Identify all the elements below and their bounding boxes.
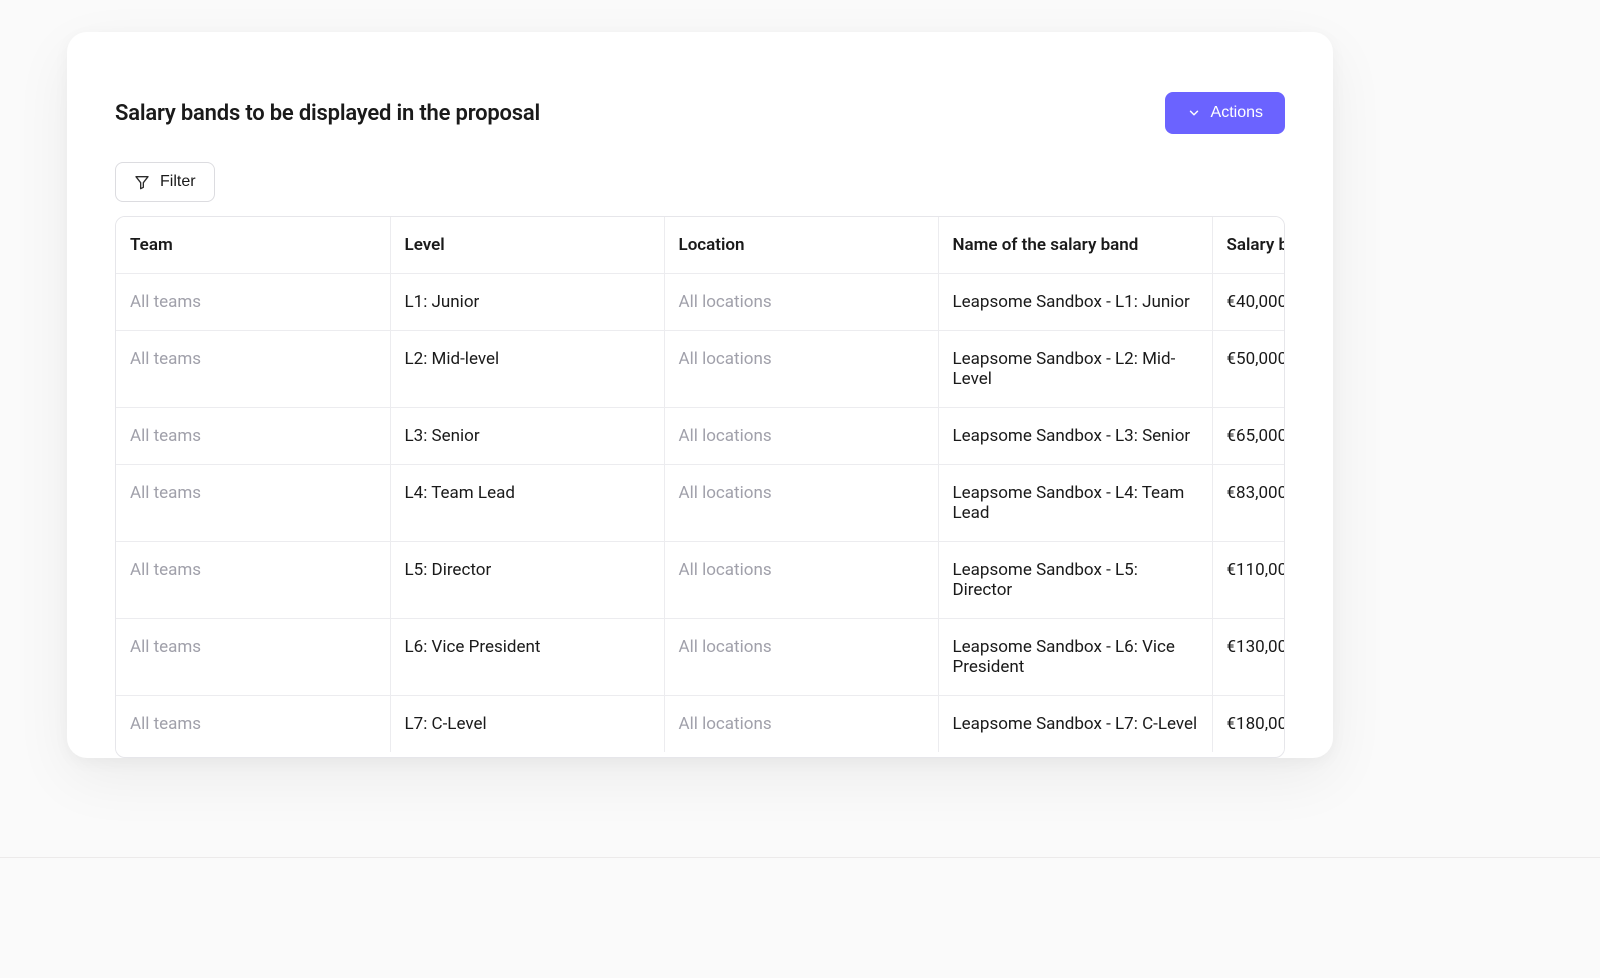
page-title: Salary bands to be displayed in the prop… bbox=[115, 101, 540, 126]
filter-button[interactable]: Filter bbox=[115, 162, 215, 202]
table-row[interactable]: All teams L6: Vice President All locatio… bbox=[116, 619, 1284, 696]
cell-location: All locations bbox=[664, 619, 938, 696]
table-container: Team Level Location Name of the salary b… bbox=[115, 216, 1285, 758]
cell-salary: €50,000 bbox=[1212, 331, 1284, 408]
actions-button[interactable]: Actions bbox=[1165, 92, 1285, 134]
cell-location: All locations bbox=[664, 696, 938, 753]
cell-level: L4: Team Lead bbox=[390, 465, 664, 542]
header-row: Salary bands to be displayed in the prop… bbox=[115, 92, 1285, 134]
table-header-row: Team Level Location Name of the salary b… bbox=[116, 217, 1284, 274]
col-header-location[interactable]: Location bbox=[664, 217, 938, 274]
filter-icon bbox=[134, 174, 150, 190]
table-row[interactable]: All teams L3: Senior All locations Leaps… bbox=[116, 408, 1284, 465]
cell-level: L7: C-Level bbox=[390, 696, 664, 753]
cell-location: All locations bbox=[664, 331, 938, 408]
table-scroll[interactable]: Team Level Location Name of the salary b… bbox=[116, 217, 1284, 757]
cell-name: Leapsome Sandbox - L5: Director bbox=[938, 542, 1212, 619]
cell-name: Leapsome Sandbox - L4: Team Lead bbox=[938, 465, 1212, 542]
cell-salary: €130,000 bbox=[1212, 619, 1284, 696]
cell-salary: €110,000 bbox=[1212, 542, 1284, 619]
cell-team: All teams bbox=[116, 331, 390, 408]
cell-team: All teams bbox=[116, 274, 390, 331]
main-card: Salary bands to be displayed in the prop… bbox=[67, 32, 1333, 758]
table-body: All teams L1: Junior All locations Leaps… bbox=[116, 274, 1284, 753]
page-divider bbox=[0, 857, 1600, 858]
cell-location: All locations bbox=[664, 408, 938, 465]
col-header-level[interactable]: Level bbox=[390, 217, 664, 274]
cell-location: All locations bbox=[664, 274, 938, 331]
cell-name: Leapsome Sandbox - L2: Mid-Level bbox=[938, 331, 1212, 408]
cell-name: Leapsome Sandbox - L6: Vice President bbox=[938, 619, 1212, 696]
filter-row: Filter bbox=[115, 162, 1285, 202]
cell-level: L2: Mid-level bbox=[390, 331, 664, 408]
salary-bands-table: Team Level Location Name of the salary b… bbox=[116, 217, 1284, 752]
cell-salary: €65,000 bbox=[1212, 408, 1284, 465]
actions-button-label: Actions bbox=[1211, 104, 1263, 122]
table-row[interactable]: All teams L2: Mid-level All locations Le… bbox=[116, 331, 1284, 408]
cell-level: L1: Junior bbox=[390, 274, 664, 331]
cell-name: Leapsome Sandbox - L1: Junior bbox=[938, 274, 1212, 331]
cell-location: All locations bbox=[664, 542, 938, 619]
cell-salary: €83,000 bbox=[1212, 465, 1284, 542]
chevron-down-icon bbox=[1187, 106, 1201, 120]
cell-name: Leapsome Sandbox - L7: C-Level bbox=[938, 696, 1212, 753]
cell-location: All locations bbox=[664, 465, 938, 542]
cell-level: L3: Senior bbox=[390, 408, 664, 465]
cell-salary: €180,000 bbox=[1212, 696, 1284, 753]
cell-team: All teams bbox=[116, 542, 390, 619]
col-header-salary[interactable]: Salary band bbox=[1212, 217, 1284, 274]
filter-button-label: Filter bbox=[160, 173, 196, 191]
table-row[interactable]: All teams L5: Director All locations Lea… bbox=[116, 542, 1284, 619]
table-row[interactable]: All teams L1: Junior All locations Leaps… bbox=[116, 274, 1284, 331]
col-header-name[interactable]: Name of the salary band bbox=[938, 217, 1212, 274]
cell-team: All teams bbox=[116, 696, 390, 753]
cell-team: All teams bbox=[116, 619, 390, 696]
cell-level: L6: Vice President bbox=[390, 619, 664, 696]
cell-team: All teams bbox=[116, 465, 390, 542]
card-inner: Salary bands to be displayed in the prop… bbox=[67, 32, 1333, 758]
col-header-team[interactable]: Team bbox=[116, 217, 390, 274]
cell-level: L5: Director bbox=[390, 542, 664, 619]
cell-salary: €40,000 bbox=[1212, 274, 1284, 331]
table-row[interactable]: All teams L7: C-Level All locations Leap… bbox=[116, 696, 1284, 753]
table-row[interactable]: All teams L4: Team Lead All locations Le… bbox=[116, 465, 1284, 542]
cell-team: All teams bbox=[116, 408, 390, 465]
cell-name: Leapsome Sandbox - L3: Senior bbox=[938, 408, 1212, 465]
